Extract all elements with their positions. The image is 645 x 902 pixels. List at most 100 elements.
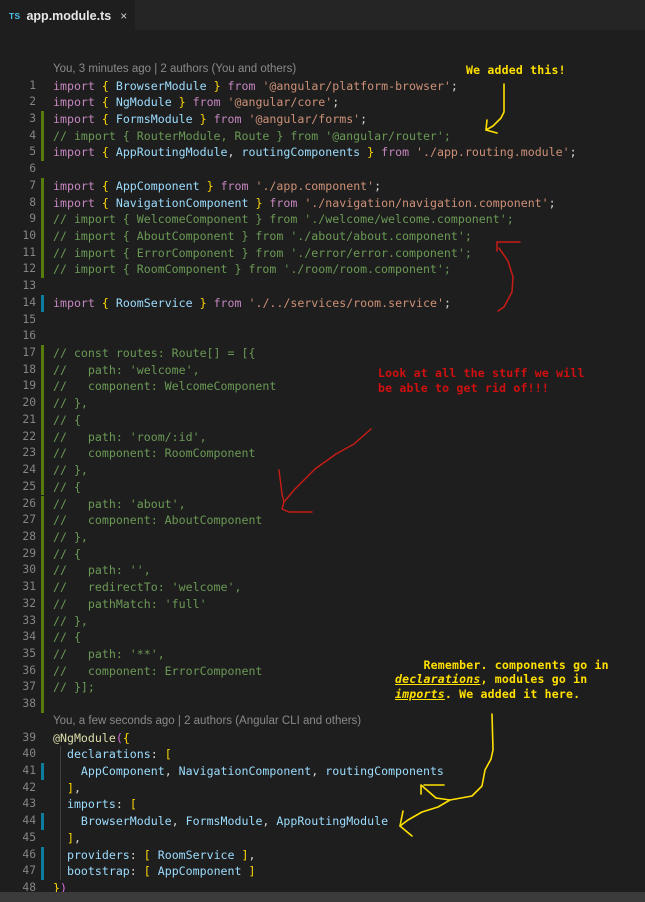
gutter-change-marker-modified[interactable] (41, 294, 44, 312)
code-line[interactable]: 13 (0, 278, 645, 295)
tab-app-module-ts[interactable]: TS app.module.ts × (0, 0, 136, 30)
gutter-change-marker-added[interactable] (41, 579, 44, 596)
line-number: 15 (22, 312, 36, 326)
code-line[interactable]: 6 (0, 161, 645, 178)
gutter-change-marker-added[interactable] (41, 411, 44, 429)
code-line[interactable]: 29 // { (0, 545, 645, 563)
code-text: // path: 'about', (53, 496, 186, 511)
code-line[interactable]: 26 // path: 'about', (0, 495, 645, 513)
code-line[interactable]: 11 // import { ErrorComponent } from './e… (0, 244, 645, 262)
gutter-change-marker-added[interactable] (41, 612, 44, 630)
code-line[interactable]: 22 // path: 'room/:id', (0, 428, 645, 446)
gutter-change-marker-modified[interactable] (41, 763, 44, 780)
gutter-change-marker-modified[interactable] (41, 846, 44, 864)
gutter-change-marker-added[interactable] (41, 378, 44, 396)
gutter-change-marker-added[interactable] (41, 662, 44, 680)
line-number: 46 (22, 847, 36, 861)
code-line[interactable]: 31 // redirectTo: 'welcome', (0, 579, 645, 596)
code-line[interactable]: 2 import { NgModule } from '@angular/core… (0, 94, 645, 111)
code-line[interactable]: 1 import { BrowserModule } from '@angular… (0, 78, 645, 95)
code-line[interactable]: 3 import { FormsModule } from '@angular/f… (0, 110, 645, 128)
gutter-change-marker-added[interactable] (41, 528, 44, 546)
gutter-change-marker-added[interactable] (41, 361, 44, 379)
code-line[interactable]: 12 // import { RoomComponent } from './ro… (0, 261, 645, 279)
annotation-get-rid-of: Look at all the stuff we will be able to … (378, 366, 585, 395)
line-number: 9 (29, 212, 36, 226)
code-line[interactable]: 21 // { (0, 411, 645, 429)
code-line[interactable]: 5 import { AppRoutingModule, routingCompo… (0, 144, 645, 162)
code-line[interactable]: 45 ], (0, 829, 645, 847)
line-number: 28 (22, 529, 36, 543)
gutter-change-marker-added[interactable] (41, 110, 44, 128)
tab-label: app.module.ts (26, 8, 112, 23)
gutter-change-marker-added[interactable] (41, 127, 44, 145)
code-text: import { BrowserModule } from '@angular/… (53, 78, 458, 93)
code-line[interactable]: 10 // import { AboutComponent } from './a… (0, 227, 645, 245)
gutter-change-marker-added[interactable] (41, 696, 44, 713)
code-line[interactable]: 17 // const routes: Route[] = [{ (0, 345, 645, 362)
gutter-change-marker-added[interactable] (41, 194, 44, 212)
code-text: import { NgModule } from '@angular/core'… (53, 95, 340, 110)
code-line[interactable]: 46 providers: [ RoomService ], (0, 846, 645, 864)
horizontal-scrollbar-thumb[interactable] (0, 892, 645, 902)
gutter-change-marker-added[interactable] (41, 428, 44, 446)
gutter-change-marker-added[interactable] (41, 629, 44, 646)
code-text: // }, (53, 529, 88, 544)
code-line[interactable]: 20 // }, (0, 395, 645, 412)
gutter-change-marker-modified[interactable] (41, 863, 44, 881)
code-line[interactable]: 24 // }, (0, 462, 645, 479)
code-line[interactable]: 47 bootstrap: [ AppComponent ] (0, 863, 645, 881)
close-icon[interactable]: × (120, 10, 127, 22)
gutter-change-marker-added[interactable] (41, 227, 44, 245)
code-line[interactable]: 40 declarations: [ (0, 746, 645, 764)
code-line[interactable]: 9 // import { WelcomeComponent } from './… (0, 211, 645, 228)
gutter-change-marker-modified[interactable] (41, 813, 44, 830)
code-text: import { AppRoutingModule, routingCompon… (53, 145, 577, 160)
line-number: 13 (22, 279, 36, 293)
code-line[interactable]: 14 import { RoomService } from './../serv… (0, 294, 645, 312)
code-line[interactable]: 39 @NgModule({ (0, 730, 645, 747)
code-line[interactable]: 27 // component: AboutComponent (0, 512, 645, 529)
code-line[interactable]: 15 (0, 312, 645, 329)
line-number: 37 (22, 680, 36, 694)
code-line[interactable]: 7 import { AppComponent } from './app.com… (0, 177, 645, 195)
code-line[interactable]: 16 (0, 328, 645, 345)
gutter-change-marker-added[interactable] (41, 244, 44, 262)
line-number: 24 (22, 463, 36, 477)
gutter-change-marker-added[interactable] (41, 545, 44, 563)
gutter-change-marker-added[interactable] (41, 645, 44, 663)
gutter-change-marker-added[interactable] (41, 462, 44, 479)
code-text: // }]; (53, 680, 95, 695)
line-number: 18 (22, 362, 36, 376)
code-line[interactable]: 43 imports: [ (0, 796, 645, 814)
code-line[interactable]: 42 ], (0, 779, 645, 797)
gutter-change-marker-added[interactable] (41, 177, 44, 195)
code-line[interactable]: 28 // }, (0, 528, 645, 546)
gutter-change-marker-added[interactable] (41, 261, 44, 279)
code-line[interactable]: 25 // { (0, 478, 645, 496)
code-line[interactable]: 41 AppComponent, NavigationComponent, ro… (0, 763, 645, 780)
code-line[interactable]: 30 // path: '', (0, 562, 645, 580)
gutter-change-marker-added[interactable] (41, 595, 44, 613)
gutter-change-marker-added[interactable] (41, 495, 44, 513)
gutter-change-marker-added[interactable] (41, 512, 44, 529)
code-line[interactable]: 8 import { NavigationComponent } from './… (0, 194, 645, 212)
code-line[interactable]: 32 // pathMatch: 'full' (0, 595, 645, 613)
horizontal-scrollbar[interactable] (0, 892, 645, 902)
gutter-change-marker-added[interactable] (41, 445, 44, 463)
code-line[interactable]: 4 // import { RouterModule, Route } from … (0, 127, 645, 145)
gutter-change-marker-added[interactable] (41, 562, 44, 580)
code-line[interactable]: 23 // component: RoomComponent (0, 445, 645, 463)
code-text: @NgModule({ (53, 730, 130, 745)
gutter-change-marker-added[interactable] (41, 211, 44, 228)
line-number: 33 (22, 613, 36, 627)
gutter-change-marker-added[interactable] (41, 144, 44, 162)
gutter-change-marker-added[interactable] (41, 478, 44, 496)
code-line[interactable]: 33 // }, (0, 612, 645, 630)
gutter-change-marker-added[interactable] (41, 395, 44, 412)
gutter-change-marker-added[interactable] (41, 679, 44, 697)
code-line[interactable]: 44 BrowserModule, FormsModule, AppRoutin… (0, 813, 645, 830)
annotation-emph-declarations: declarations (395, 672, 481, 686)
gutter-change-marker-added[interactable] (41, 345, 44, 362)
code-editor[interactable]: You, 3 minutes ago | 2 authors (You and … (0, 30, 645, 902)
